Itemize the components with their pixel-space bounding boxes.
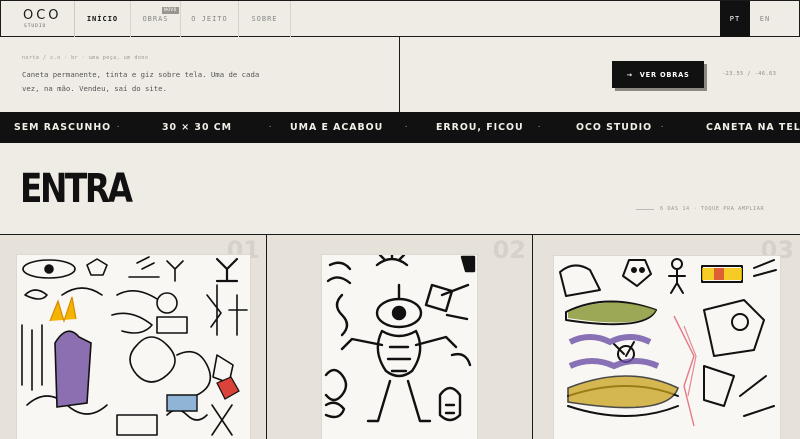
brand-name: OCO [23,8,62,23]
cta-label: VER OBRAS [639,70,690,79]
ticker-separator: · [537,123,542,131]
artwork-image[interactable] [17,255,250,439]
ticker-item: ERROU, FICOU [436,122,524,133]
logo[interactable]: OCO STUDIO [1,1,75,37]
nav-item-obras[interactable]: NOVO OBRAS [131,1,181,37]
ticker-separator: · [116,123,121,131]
intro-panel: norte / c.o · br · uma peça, um dono Can… [0,37,400,112]
doodle-drawing [559,258,777,427]
doodle-drawing [324,251,476,423]
card-number: 02 [492,236,526,264]
artwork-card-03[interactable]: 03 [533,235,800,439]
nav-item-inicio[interactable]: INÍCIO [75,1,131,37]
breadcrumb: norte / c.o · br · uma peça, um dono [22,55,149,61]
ticker-separator: · [660,123,665,131]
ticker-item: CANETA NA TELA [706,122,800,133]
lang-pt-button[interactable]: PT [720,1,750,37]
description: Caneta permanente, tinta e giz sobre tel… [22,70,260,93]
ver-obras-button[interactable]: → VER OBRAS [612,61,704,88]
top-nav: OCO STUDIO INÍCIO NOVO OBRAS O JEITO SOB… [0,0,800,37]
nav-item-sobre[interactable]: SOBRE [239,1,291,37]
nav-item-label: INÍCIO [86,15,119,23]
lang-en-button[interactable]: EN [750,1,780,37]
ticker-item: OCO STUDIO [576,122,653,133]
brand-subtitle: STUDIO [24,24,47,29]
coordinates: -23.55 / -46.63 [722,71,777,77]
ticker-separator: · [268,123,273,131]
ticker-separator: · [404,123,409,131]
nav-item-o-jeito[interactable]: O JEITO [181,1,239,37]
section-meta: 6 DAS 14 · TOQUE PRA AMPLIAR [660,206,765,212]
nav-item-label: O JEITO [191,15,228,23]
ticker-strip: SEM RASCUNHO · 30 × 30 CM · UMA E ACABOU… [0,112,800,143]
nav-item-label: SOBRE [251,15,278,23]
artwork-card-02[interactable]: 02 [267,235,533,439]
new-badge: NOVO [162,7,179,14]
ticker-item: 30 × 30 CM [162,122,232,133]
artwork-image[interactable] [554,256,780,439]
meta-divider [636,209,654,210]
arrow-right-icon: → [626,70,633,79]
ticker-item: UMA E ACABOU [290,122,384,133]
nav-item-label: OBRAS [142,15,169,23]
doodle-drawing [21,256,248,436]
artwork-image[interactable] [322,251,477,439]
artwork-card-01[interactable]: 01 [0,235,267,439]
section-title: ENTRA [20,166,133,212]
ticker-item: SEM RASCUNHO [14,122,112,133]
